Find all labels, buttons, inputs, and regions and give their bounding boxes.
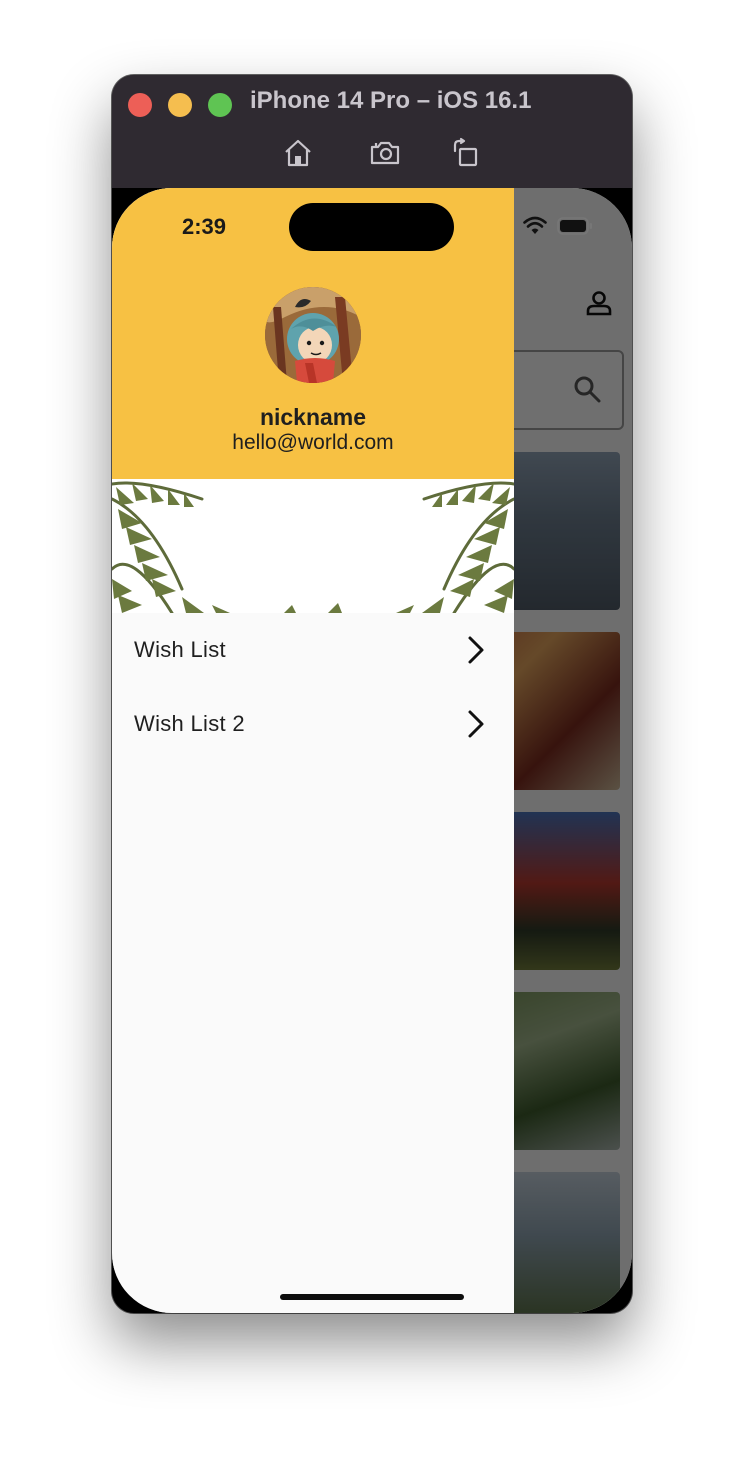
profile-nickname: nickname — [259, 404, 367, 430]
dynamic-island — [289, 203, 454, 251]
device-screen: ···· 2:39 — [112, 188, 632, 1313]
rotate-icon — [453, 137, 478, 167]
screen-content: ···· 2:39 — [112, 188, 632, 1313]
palm-leaves-illustration — [112, 479, 514, 613]
drawer-header: 2:39 nickname hello@world.com — [112, 188, 514, 479]
close-window-button[interactable] — [128, 93, 152, 117]
drawer-item-label: Wish List — [134, 637, 226, 662]
palm-banner-image — [112, 479, 514, 613]
avatar-illustration — [265, 287, 361, 383]
minimize-window-button[interactable] — [168, 93, 192, 117]
navigation-drawer: 2:39 nickname hello@world.com Wish List … — [112, 188, 514, 1313]
home-icon — [285, 139, 311, 167]
zoom-window-button[interactable] — [208, 93, 232, 117]
status-time: 2:39 — [182, 214, 227, 239]
drawer-item-label: Wish List 2 — [134, 711, 245, 736]
camera-icon — [370, 141, 400, 165]
chevron-right-icon — [468, 636, 484, 664]
screenshot-button[interactable] — [368, 135, 404, 171]
rotate-button[interactable] — [448, 135, 484, 171]
battery-icon — [556, 217, 592, 235]
profile-email: hello@world.com — [232, 431, 394, 454]
home-button[interactable] — [280, 135, 316, 171]
avatar[interactable] — [265, 287, 361, 383]
home-indicator[interactable] — [280, 1294, 464, 1300]
window-titlebar: iPhone 14 Pro – iOS 16.1 — [112, 75, 632, 188]
stage: iPhone 14 Pro – iOS 16.1 2:39 nickname h… — [0, 0, 744, 1462]
drawer-item-wish-list-2[interactable]: Wish List 2 — [112, 688, 514, 760]
chevron-right-icon — [468, 710, 484, 738]
wifi-icon — [522, 216, 547, 234]
drawer-item-wish-list[interactable]: Wish List — [112, 614, 514, 686]
window-title: iPhone 14 Pro – iOS 16.1 — [250, 87, 532, 114]
simulator-window: iPhone 14 Pro – iOS 16.1 2:39 nickname h… — [112, 75, 632, 1313]
